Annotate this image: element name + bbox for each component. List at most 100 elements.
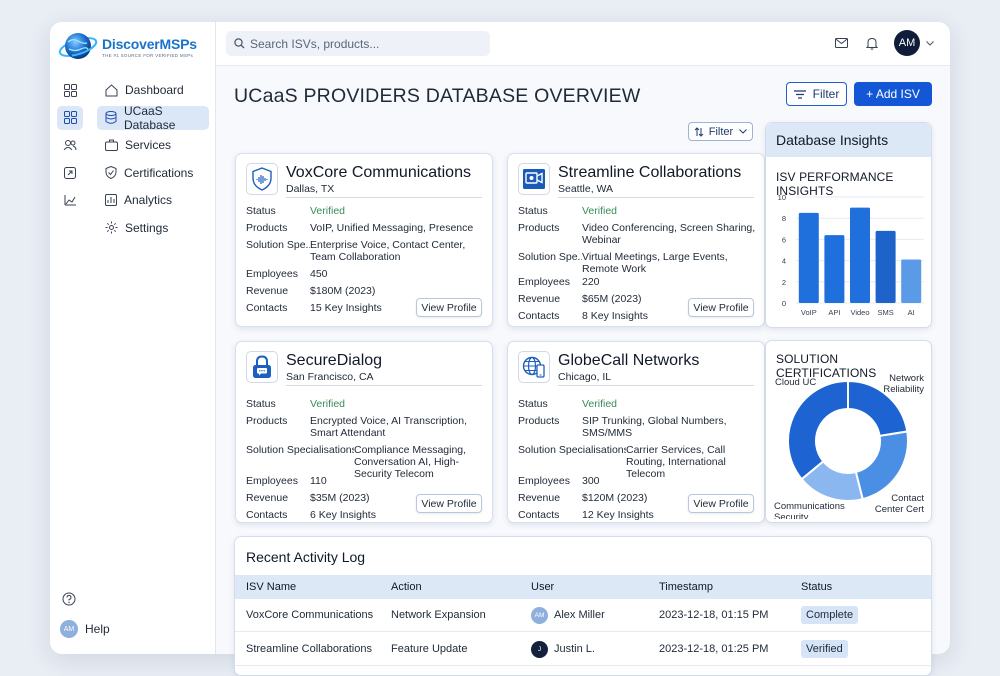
y-tick-label: 0 — [782, 299, 786, 308]
view-profile-button[interactable]: View Profile — [416, 494, 482, 513]
contacts-key: Contacts — [246, 302, 288, 314]
solutions-key: Solution Spe... — [246, 239, 310, 251]
sort-icon — [694, 126, 704, 137]
timestamp-cell: 2023-12-18, 01:25 PM — [659, 643, 769, 655]
database-insights-panel: Database Insights ISV PERFORMANCE INSIGH… — [765, 122, 932, 328]
filter-icon — [793, 89, 806, 99]
status-key: Status — [246, 398, 276, 410]
status-value: Verified — [310, 205, 346, 217]
card-location: San Francisco, CA — [286, 371, 374, 383]
card-divider — [286, 197, 482, 198]
revenue-key: Revenue — [518, 293, 561, 305]
certifications-panel: SOLUTION CERTIFICATIONS Network Reliabili… — [765, 340, 932, 523]
column-header[interactable]: Action — [391, 581, 422, 593]
employees-key: Employees — [246, 268, 298, 280]
x-tick-label: Video — [850, 308, 869, 317]
page-title: UCaaS PROVIDERS DATABASE OVERVIEW — [234, 85, 641, 107]
employees-value: 300 — [582, 475, 600, 487]
add-isv-button[interactable]: + Add ISV — [854, 82, 932, 106]
status-value: Verified — [582, 205, 618, 217]
recent-activity-panel: Recent Activity Log ISV Name Action User… — [234, 536, 932, 676]
filter-label: Filter — [812, 87, 840, 101]
card-filter-button[interactable]: Filter — [688, 122, 753, 141]
slice-contact-center-cert — [854, 430, 909, 501]
view-profile-button[interactable]: View Profile — [688, 298, 754, 317]
employees-key: Employees — [246, 475, 298, 487]
filter-button[interactable]: Filter — [786, 82, 847, 106]
bar-ai — [901, 259, 922, 303]
contacts-value: 12 Key Insights — [582, 509, 654, 521]
chevron-down-icon — [739, 129, 748, 134]
contacts-key: Contacts — [246, 509, 288, 521]
card-divider — [558, 197, 754, 198]
card-name: GlobeCall Networks — [558, 352, 700, 369]
revenue-key: Revenue — [246, 285, 289, 297]
products-key: Products — [246, 222, 288, 234]
timestamp-cell: 2023-12-18, 01:15 PM — [659, 609, 769, 621]
y-tick-label: 10 — [778, 193, 786, 202]
solutions-value: Compliance Messaging, Conversation AI, H… — [354, 444, 467, 480]
card-divider — [286, 385, 482, 386]
view-profile-button[interactable]: View Profile — [688, 494, 754, 513]
status-badge: Complete — [801, 606, 859, 624]
products-key: Products — [518, 415, 560, 427]
isv-card[interactable]: VoxCore Communications Dallas, TX Status… — [235, 153, 493, 327]
table-row[interactable]: Streamline Collaborations Feature Update… — [235, 633, 931, 666]
contacts-value: 8 Key Insights — [582, 310, 648, 322]
voice-shield-icon — [246, 163, 278, 195]
table-row[interactable]: VoxCore Communications Network Expansion… — [235, 599, 931, 632]
solutions-value: Carrier Services, Call Routing, Internat… — [626, 444, 726, 480]
employees-value: 110 — [310, 475, 327, 487]
bar-voip — [798, 212, 819, 303]
status-badge: Verified — [801, 640, 848, 658]
status-value: Verified — [310, 398, 346, 410]
slice-label: Contact Center Cert — [875, 493, 924, 515]
card-location: Dallas, TX — [286, 183, 335, 195]
products-key: Products — [246, 415, 288, 427]
revenue-key: Revenue — [246, 492, 289, 504]
panel-title: Database Insights — [766, 123, 931, 157]
products-value: VoIP, Unified Messaging, Presence — [310, 222, 474, 234]
employees-key: Employees — [518, 475, 570, 487]
user-cell: AM Alex Miller — [531, 606, 605, 624]
action-cell: Network Expansion — [391, 609, 486, 621]
isv-card[interactable]: SecureDialog San Francisco, CA Status Ver… — [235, 341, 493, 523]
card-name: SecureDialog — [286, 352, 383, 369]
bar-sms — [875, 230, 896, 303]
revenue-value: $35M (2023) — [310, 492, 370, 504]
column-header[interactable]: Status — [801, 581, 832, 593]
view-profile-button[interactable]: View Profile — [416, 298, 482, 317]
user-avatar: AM — [531, 606, 548, 624]
isv-card[interactable]: Streamline Collaborations Seattle, WA St… — [507, 153, 765, 327]
table-header: ISV Name Action User Timestamp Status — [235, 575, 931, 599]
isv-name-cell: Streamline Collaborations — [246, 643, 372, 655]
isv-performance-bar-chart: 0 2 4 6 8 10 VoIP API Video SMS AI — [778, 193, 924, 317]
y-tick-label: 6 — [782, 235, 786, 244]
column-header[interactable]: ISV Name — [246, 581, 296, 593]
contacts-key: Contacts — [518, 310, 560, 322]
y-tick-label: 8 — [782, 214, 786, 223]
y-tick-label: 4 — [782, 257, 786, 266]
status-key: Status — [518, 398, 548, 410]
column-header[interactable]: Timestamp — [659, 581, 713, 593]
slice-label: Network Reliability — [883, 373, 924, 395]
x-tick-label: VoIP — [801, 308, 817, 317]
revenue-value: $120M (2023) — [582, 492, 648, 504]
slice-label: Communications Security — [774, 501, 845, 519]
solution-certifications-donut-chart: Network Reliability Contact Center Cert Comm… — [774, 373, 924, 519]
products-key: Products — [518, 222, 560, 234]
card-filter-label: Filter — [708, 125, 734, 138]
slice-label: Cloud UC — [775, 377, 816, 388]
globe-phone-icon — [518, 351, 550, 383]
contacts-key: Contacts — [518, 509, 560, 521]
isv-card[interactable]: GlobeCall Networks Chicago, IL Status Ver… — [507, 341, 765, 523]
x-tick-label: SMS — [877, 308, 893, 317]
revenue-value: $65M (2023) — [582, 293, 642, 305]
column-header[interactable]: User — [531, 581, 554, 593]
revenue-key: Revenue — [518, 492, 561, 504]
employees-value: 450 — [310, 268, 328, 280]
user-avatar: J — [531, 640, 548, 658]
products-value: Video Conferencing, Screen Sharing, Webi… — [582, 222, 756, 246]
products-value: SIP Trunking, Global Numbers, SMS/MMS — [582, 415, 727, 439]
x-tick-label: API — [828, 308, 840, 317]
